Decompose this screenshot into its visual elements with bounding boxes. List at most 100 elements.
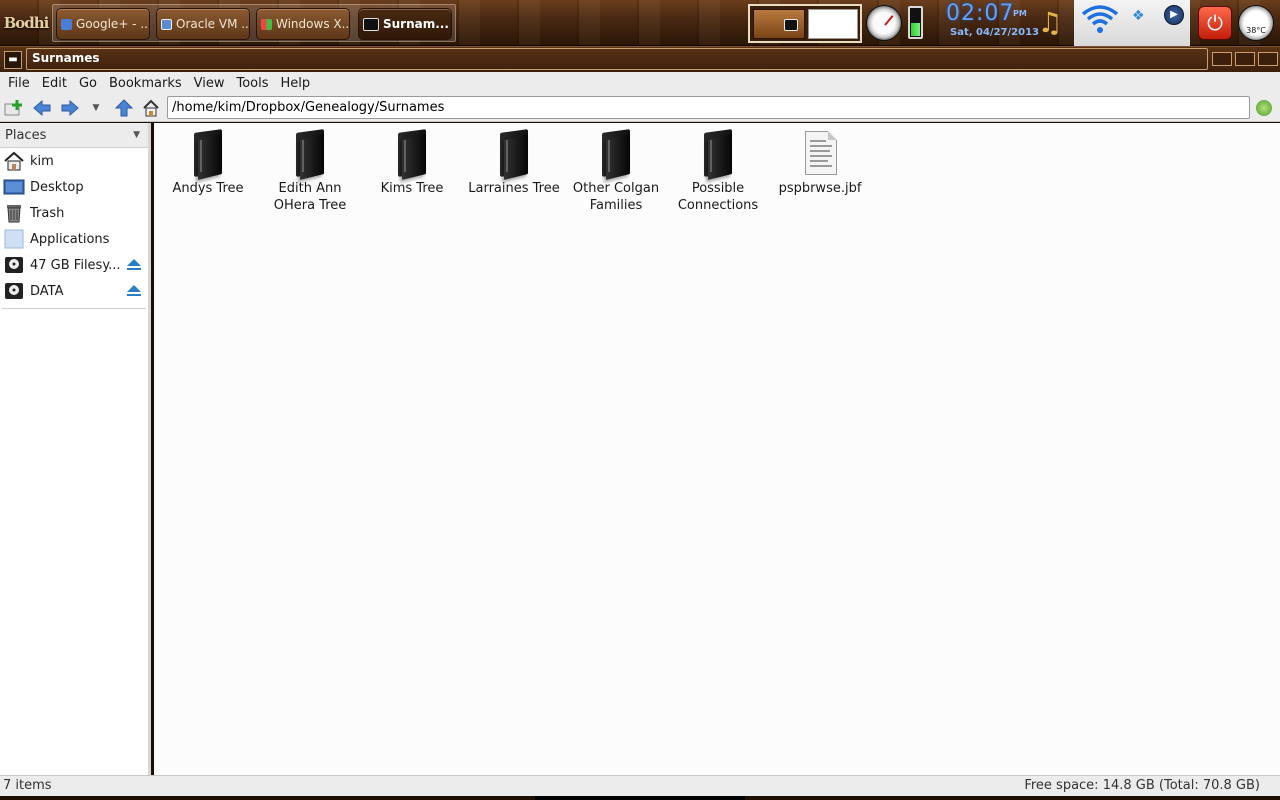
folder-icon (184, 129, 232, 180)
file-name: Edith Ann OHera Tree (273, 181, 347, 213)
new-tab-icon (4, 100, 22, 116)
location-path: /home/kim/Dropbox/Genealogy/Surnames (172, 100, 445, 115)
home-button[interactable] (141, 98, 161, 118)
folder-item[interactable]: Possible Connections (667, 129, 769, 214)
workspace-2[interactable] (808, 9, 858, 39)
home-icon (143, 99, 159, 117)
menu-edit[interactable]: Edit (36, 74, 73, 93)
sidebar-item-data[interactable]: DATA (0, 278, 148, 304)
menu-bar: File Edit Go Bookmarks View Tools Help (0, 72, 1280, 94)
sidebar-item-trash[interactable]: Trash (0, 200, 148, 226)
clock-time[interactable]: 02:07 (946, 1, 1014, 26)
menu-go[interactable]: Go (73, 74, 103, 93)
menu-view[interactable]: View (188, 74, 231, 93)
sidebar-item-applications[interactable]: Applications (0, 226, 148, 252)
sidebar-item-label: 47 GB Filesy... (30, 257, 121, 273)
menu-bookmarks[interactable]: Bookmarks (103, 74, 188, 93)
eject-icon[interactable] (127, 259, 141, 270)
workspace-1[interactable] (753, 9, 805, 39)
back-button[interactable] (32, 98, 52, 118)
drive-icon (5, 283, 23, 299)
taskbar: Google+ - ... Oracle VM ... Windows X...… (52, 4, 456, 42)
file-name: pspbrwse.jbf (778, 181, 862, 196)
task-label: Oracle VM ... (176, 17, 250, 31)
eject-icon[interactable] (127, 285, 141, 296)
desktop-icon (3, 179, 25, 195)
sidebar-item-label: Trash (30, 205, 65, 221)
battery-icon[interactable] (908, 6, 923, 39)
chevron-down-icon: ▼ (92, 103, 100, 113)
sidebar-item-desktop[interactable]: Desktop (0, 174, 148, 200)
free-space: Free space: 14.8 GB (Total: 70.8 GB) (1024, 778, 1260, 793)
top-panel: Bodhi Google+ - ... Oracle VM ... Window… (0, 0, 1280, 46)
wifi-icon[interactable] (1080, 2, 1120, 36)
sidebar-item-label: Desktop (30, 179, 84, 195)
power-icon[interactable]: ⏻ (1198, 6, 1232, 40)
file-name: Other Colgan Families (572, 181, 660, 213)
virtualbox-icon (161, 18, 172, 30)
browser-icon (61, 18, 72, 30)
file-item[interactable]: pspbrwse.jbf (769, 129, 871, 197)
sidebar-item-label: Applications (30, 231, 110, 247)
folder-item[interactable]: Andys Tree (157, 129, 259, 197)
clock-date: Sat, 04/27/2013 (950, 27, 1039, 38)
media-play-icon[interactable]: ▶ (1164, 5, 1184, 25)
forward-button[interactable] (60, 98, 80, 118)
file-name: Possible Connections (677, 181, 759, 213)
folder-item[interactable]: Edith Ann OHera Tree (259, 129, 361, 214)
folder-icon (592, 129, 640, 180)
file-name: Larraines Tree (468, 181, 560, 196)
sidebar-item-filesystem[interactable]: 47 GB Filesy... (0, 252, 148, 278)
minimize-button[interactable] (1212, 52, 1232, 66)
folder-icon (286, 129, 334, 180)
location-bar[interactable]: /home/kim/Dropbox/Genealogy/Surnames (167, 96, 1250, 119)
close-button[interactable] (1258, 52, 1278, 66)
back-arrow-icon (33, 100, 51, 116)
dropbox-icon[interactable]: ❖ (1132, 8, 1150, 24)
applications-icon (4, 229, 24, 249)
file-view[interactable]: Andys Tree Edith Ann OHera Tree Kims Tre… (154, 123, 1280, 775)
folder-icon (490, 129, 538, 180)
task-oracle-vm[interactable]: Oracle VM ... (156, 8, 250, 40)
sidebar-item-label: kim (30, 153, 54, 169)
clock-ampm: PM (1013, 9, 1027, 18)
menu-tools[interactable]: Tools (230, 74, 274, 93)
folder-item[interactable]: Kims Tree (361, 129, 463, 197)
sidebar-item-kim[interactable]: kim (0, 148, 148, 174)
folder-item[interactable]: Other Colgan Families (565, 129, 667, 214)
go-icon[interactable] (1256, 100, 1272, 116)
up-arrow-icon (115, 99, 133, 117)
history-dropdown-button[interactable]: ▼ (88, 98, 104, 118)
task-label: Windows X... (276, 17, 350, 31)
chevron-down-icon[interactable]: ▼ (133, 130, 140, 140)
task-google-plus[interactable]: Google+ - ... (56, 8, 150, 40)
workspace-pager[interactable] (748, 4, 862, 43)
status-bar: 7 items Free space: 14.8 GB (Total: 70.8… (0, 775, 1280, 796)
drive-icon (5, 257, 23, 273)
file-manager-icon (363, 17, 379, 31)
window-titlebar[interactable]: ▬ Surnames (0, 46, 1280, 72)
menu-file[interactable]: File (2, 74, 36, 93)
cpu-gauge-icon (866, 5, 902, 41)
up-button[interactable] (114, 98, 134, 118)
forward-arrow-icon (61, 100, 79, 116)
folder-item[interactable]: Larraines Tree (463, 129, 565, 197)
maximize-button[interactable] (1235, 52, 1255, 66)
document-icon (796, 129, 844, 179)
sidebar-title: Places (5, 127, 47, 143)
file-name: Kims Tree (380, 181, 444, 196)
sidebar-item-label: DATA (30, 283, 64, 299)
task-label: Google+ - ... (76, 17, 150, 31)
new-tab-button[interactable] (4, 98, 24, 118)
task-windows-xp[interactable]: Windows X... (256, 8, 350, 40)
windows-icon (261, 18, 272, 30)
task-label: Surnam... (383, 17, 449, 31)
task-surnames[interactable]: Surnam... (358, 8, 452, 40)
file-name: Andys Tree (172, 181, 244, 196)
menu-help[interactable]: Help (275, 74, 317, 93)
phonograph-icon[interactable]: ♫ (1030, 4, 1070, 42)
temperature-label: 38°C (1246, 26, 1266, 35)
window-menu-icon[interactable]: ▬ (4, 51, 22, 69)
sidebar-header[interactable]: Places ▼ (0, 123, 148, 148)
bodhi-menu-logo[interactable]: Bodhi (2, 4, 50, 42)
